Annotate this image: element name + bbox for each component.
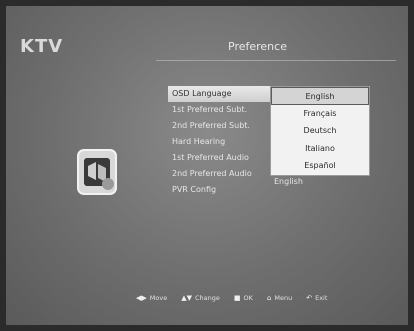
preference-menu: OSD Language 1st Preferred Subt. 2nd Prefe… — [168, 86, 278, 198]
menu-item[interactable]: Hard Hearing — [168, 134, 278, 150]
move-arrows-icon: ◀▶ — [136, 294, 147, 302]
language-dropdown[interactable]: English Français Deutsch Italiano Español — [270, 86, 370, 176]
menu-icon: ⌂ — [266, 294, 272, 302]
menu-item[interactable]: PVR Config — [168, 182, 278, 198]
menu-item[interactable]: 1st Preferred Audio — [168, 150, 278, 166]
settings-device-icon — [77, 149, 117, 195]
footer-hint: ↶ Exit — [306, 294, 327, 302]
footer-hint-label: Menu — [274, 294, 293, 302]
exit-icon: ↶ — [306, 294, 313, 302]
language-option[interactable]: Deutsch — [271, 122, 369, 140]
footer-hint-label: Exit — [315, 294, 328, 302]
tv-screen: KTV Preference OSD Language 1st Preferred… — [6, 6, 408, 325]
tv-bezel: KTV Preference OSD Language 1st Preferred… — [0, 0, 414, 331]
change-arrows-icon: ▲▼ — [181, 294, 192, 302]
menu-item[interactable]: 2nd Preferred Subt. — [168, 118, 278, 134]
language-option[interactable]: Español — [271, 157, 369, 175]
menu-item[interactable]: 1st Preferred Subt. — [168, 102, 278, 118]
language-option[interactable]: Italiano — [271, 140, 369, 158]
language-option[interactable]: Français — [271, 105, 369, 123]
audio2-value: English — [274, 177, 303, 186]
footer-hint: ⌂ Menu — [267, 294, 292, 302]
footer-hint-label: Move — [149, 294, 168, 302]
footer-hint-label: OK — [243, 294, 253, 302]
footer-hint: ◀▶ Move — [136, 294, 167, 302]
footer-hint-label: Change — [195, 294, 220, 302]
menu-item[interactable]: 2nd Preferred Audio — [168, 166, 278, 182]
menu-item[interactable]: OSD Language — [168, 86, 278, 102]
brand-logo: KTV — [20, 36, 64, 57]
footer-hint: ■ OK — [234, 294, 253, 302]
footer-hint: ▲▼ Change — [181, 294, 220, 302]
ok-icon: ■ — [233, 294, 241, 302]
footer-hints: ◀▶ Move ▲▼ Change ■ OK ⌂ Menu ↶ Exit — [136, 294, 327, 302]
header-divider — [156, 60, 396, 61]
page-title: Preference — [228, 40, 287, 53]
language-option[interactable]: English — [271, 87, 369, 105]
